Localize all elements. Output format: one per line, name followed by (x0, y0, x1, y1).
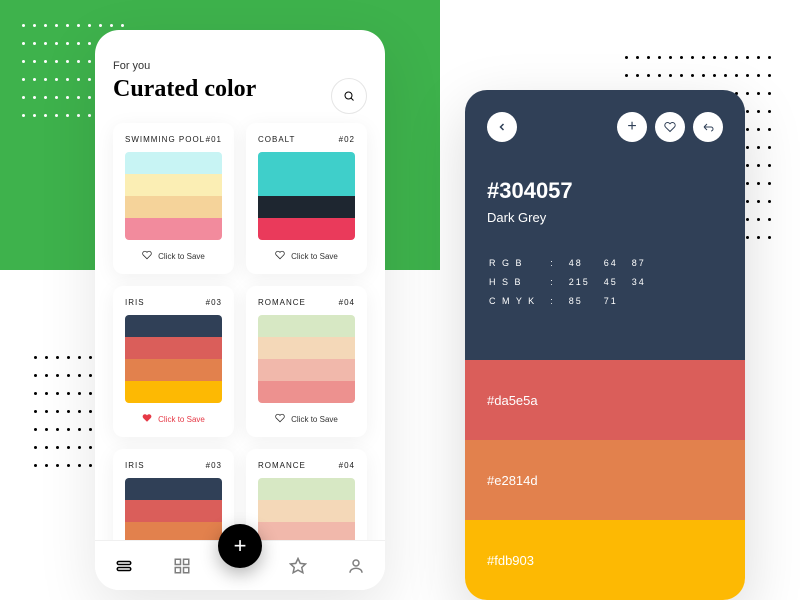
palette-name: SWIMMING POOL (125, 135, 205, 144)
palette-name: ROMANCE (258, 298, 306, 307)
palette-swatches (125, 152, 222, 240)
add-button[interactable]: + (218, 524, 262, 568)
palette-name: ROMANCE (258, 461, 306, 470)
search-button[interactable] (331, 78, 367, 114)
palette-number: #01 (206, 135, 222, 144)
share-button[interactable] (693, 112, 723, 142)
save-button[interactable]: Click to Save (125, 413, 222, 425)
heart-icon (664, 121, 676, 133)
save-button[interactable]: Click to Save (258, 250, 355, 262)
save-button[interactable]: Click to Save (125, 250, 222, 262)
heart-icon (142, 250, 152, 262)
palette-name: IRIS (125, 461, 145, 470)
heart-icon (275, 250, 285, 262)
palette-swatches (258, 315, 355, 403)
palette-number: #03 (206, 298, 222, 307)
save-button[interactable]: Click to Save (258, 413, 355, 425)
palette-card[interactable]: ROMANCE #04 Click to Save (246, 286, 367, 437)
detail-hero: + #304057 Dark Grey R G B:486487 H S B:2… (465, 90, 745, 360)
color-strip[interactable]: #fdb903 (465, 520, 745, 600)
heart-icon (275, 413, 285, 425)
back-button[interactable] (487, 112, 517, 142)
detail-actions: + (617, 112, 723, 142)
nav-profile-icon[interactable] (347, 557, 365, 575)
plus-icon: + (234, 533, 247, 559)
color-name: Dark Grey (487, 210, 723, 225)
color-hex: #304057 (487, 178, 723, 204)
chevron-left-icon (496, 121, 508, 133)
palette-name: IRIS (125, 298, 145, 307)
heart-icon (142, 413, 152, 425)
color-strip[interactable]: #e2814d (465, 440, 745, 520)
color-strip[interactable]: #da5e5a (465, 360, 745, 440)
palette-number: #03 (206, 461, 222, 470)
palette-name: COBALT (258, 135, 295, 144)
save-label: Click to Save (291, 415, 338, 424)
search-icon (343, 90, 355, 102)
color-meta-table: R G B:486487 H S B:2154534 C M Y K:8571 (487, 253, 660, 312)
palette-number: #04 (339, 461, 355, 470)
eyebrow-text: For you (113, 60, 367, 72)
palette-card[interactable]: IRIS #03 Click to Save (113, 286, 234, 437)
strip-hex: #da5e5a (487, 393, 538, 408)
palette-card[interactable]: COBALT #02 Click to Save (246, 123, 367, 274)
palette-list-screen: For you Curated color SWIMMING POOL#01 C… (95, 30, 385, 590)
palette-number: #02 (339, 135, 355, 144)
save-label: Click to Save (158, 415, 205, 424)
add-action-button[interactable]: + (617, 112, 647, 142)
palette-card[interactable]: SWIMMING POOL#01 Click to Save (113, 123, 234, 274)
nav-star-icon[interactable] (289, 557, 307, 575)
palette-swatches (125, 315, 222, 403)
nav-grid-icon[interactable] (173, 557, 191, 575)
strip-hex: #fdb903 (487, 553, 534, 568)
strip-hex: #e2814d (487, 473, 538, 488)
nav-home-icon[interactable] (115, 557, 133, 575)
palette-swatches (258, 152, 355, 240)
plus-icon: + (627, 118, 636, 136)
palette-number: #04 (339, 298, 355, 307)
palette-detail-screen: + #304057 Dark Grey R G B:486487 H S B:2… (465, 90, 745, 600)
save-label: Click to Save (291, 252, 338, 261)
share-icon (702, 121, 714, 133)
save-label: Click to Save (158, 252, 205, 261)
favorite-button[interactable] (655, 112, 685, 142)
page-title: Curated color (113, 76, 367, 103)
